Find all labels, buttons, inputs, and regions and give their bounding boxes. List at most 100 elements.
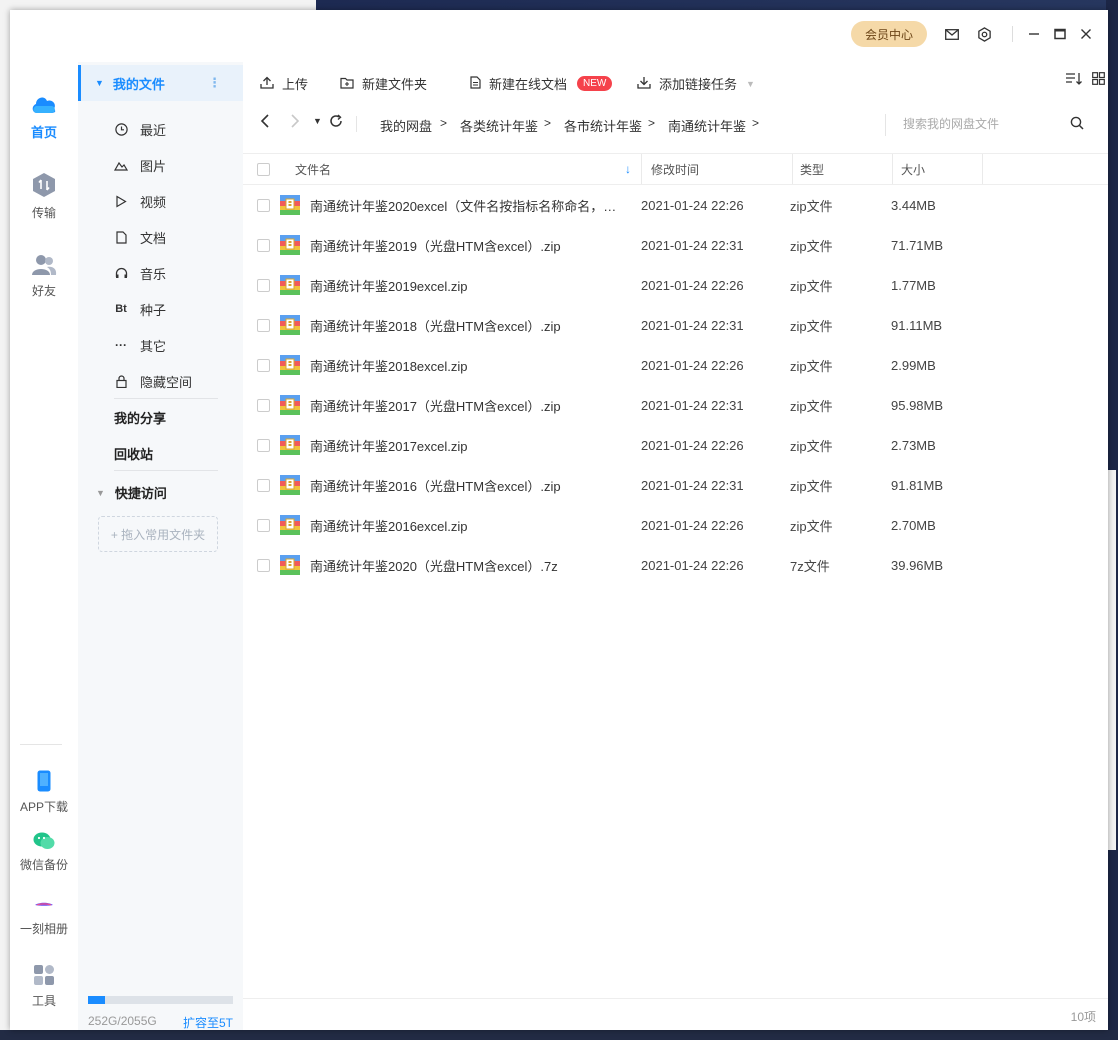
favorite-folder-drop-zone[interactable]: + 拖入常用文件夹 [98, 516, 218, 552]
table-row[interactable]: 南通统计年鉴2018excel.zip 2021-01-24 22:26 zip文件… [243, 345, 1108, 385]
table-row[interactable]: 南通统计年鉴2019（光盘HTM含excel）.zip 2021-01-24 22… [243, 225, 1108, 265]
rail-wechat-backup[interactable]: 微信备份 [10, 832, 78, 873]
table-row[interactable]: 南通统计年鉴2017excel.zip 2021-01-24 22:26 zip文件… [243, 425, 1108, 465]
table-row[interactable]: 南通统计年鉴2018（光盘HTM含excel）.zip 2021-01-24 22… [243, 305, 1108, 345]
file-name[interactable]: 南通统计年鉴2016excel.zip [310, 505, 625, 545]
document-icon [470, 75, 481, 92]
select-all-checkbox[interactable] [257, 154, 270, 184]
file-name[interactable]: 南通统计年鉴2019（光盘HTM含excel）.zip [310, 225, 625, 265]
sidebar-my-files[interactable]: ▼ 我的文件 ⋮ [78, 65, 243, 101]
row-checkbox[interactable] [257, 425, 270, 465]
row-checkbox[interactable] [257, 305, 270, 345]
column-divider [792, 154, 793, 184]
new-online-doc-button[interactable]: 新建在线文档 NEW [470, 74, 613, 93]
search-input[interactable] [903, 114, 1073, 134]
file-modified-time: 2021-01-24 22:26 [641, 557, 744, 573]
column-header-size[interactable]: 大小 [901, 154, 925, 184]
breadcrumb-item[interactable]: 南通统计年鉴 [668, 116, 746, 135]
vip-center-button[interactable]: 会员中心 [851, 21, 927, 47]
breadcrumb-item[interactable]: 我的网盘 [380, 116, 432, 135]
table-row[interactable]: 南通统计年鉴2016（光盘HTM含excel）.zip 2021-01-24 22… [243, 465, 1108, 505]
table-row[interactable]: 南通统计年鉴2020（光盘HTM含excel）.7z 2021-01-24 22:… [243, 545, 1108, 585]
refresh-icon[interactable] [329, 114, 343, 133]
add-link-task-button[interactable]: 添加链接任务 ▼ [637, 74, 755, 93]
row-checkbox[interactable] [257, 225, 270, 265]
minimize-icon[interactable] [1024, 24, 1044, 44]
caret-down-icon[interactable]: ▼ [746, 79, 755, 89]
grid-view-icon[interactable] [1092, 72, 1105, 85]
file-name[interactable]: 南通统计年鉴2020excel（文件名按指标名称命名，另含... [310, 185, 625, 225]
storage-progress-fill [88, 996, 106, 1004]
sidebar-item-images[interactable]: 图片 [114, 147, 166, 183]
column-header-modified[interactable]: 修改时间 [651, 154, 699, 184]
table-row[interactable]: 南通统计年鉴2019excel.zip 2021-01-24 22:26 zip文件… [243, 265, 1108, 305]
table-row[interactable]: 南通统计年鉴2020excel（文件名按指标名称命名，另含... 2021-01-… [243, 185, 1108, 225]
column-header-type[interactable]: 类型 [800, 154, 824, 184]
settings-icon[interactable] [974, 24, 994, 44]
table-row[interactable]: 南通统计年鉴2016excel.zip 2021-01-24 22:26 zip文件… [243, 505, 1108, 545]
sort-icon[interactable] [1065, 72, 1082, 86]
back-icon[interactable] [260, 114, 270, 133]
row-checkbox[interactable] [257, 345, 270, 385]
file-name[interactable]: 南通统计年鉴2020（光盘HTM含excel）.7z [310, 545, 625, 585]
file-name[interactable]: 南通统计年鉴2017（光盘HTM含excel）.zip [310, 385, 625, 425]
rail-home[interactable]: 首页 [10, 92, 78, 141]
sidebar-recycle-bin[interactable]: 回收站 [114, 435, 153, 471]
file-name[interactable]: 南通统计年鉴2017excel.zip [310, 425, 625, 465]
upload-button[interactable]: 上传 [260, 74, 308, 93]
breadcrumb-item[interactable]: 各类统计年鉴 [460, 116, 538, 135]
sidebar-item-label: 最近 [140, 122, 167, 138]
sidebar-item-documents[interactable]: 文档 [114, 219, 166, 255]
rail-app-download[interactable]: APP下载 [10, 770, 78, 815]
row-checkbox[interactable] [257, 265, 270, 305]
sidebar-quick-access[interactable]: ▼ 快捷访问 [96, 483, 167, 502]
breadcrumb-item[interactable]: 各市统计年鉴 [564, 116, 642, 135]
sidebar-item-label: 隐藏空间 [140, 374, 193, 390]
file-size: 95.98MB [891, 397, 944, 413]
search-icon[interactable] [1070, 116, 1084, 133]
sidebar-my-share[interactable]: 我的分享 [114, 399, 166, 435]
file-name[interactable]: 南通统计年鉴2018（光盘HTM含excel）.zip [310, 305, 625, 345]
row-checkbox[interactable] [257, 185, 270, 225]
sidebar-item-video[interactable]: 视频 [114, 183, 166, 219]
sidebar-item-music[interactable]: 音乐 [114, 255, 166, 291]
row-checkbox[interactable] [257, 505, 270, 545]
expand-storage-link[interactable]: 扩容至5T [183, 1014, 233, 1030]
sidebar-item-hidden-space[interactable]: 隐藏空间 [114, 363, 192, 399]
row-checkbox[interactable] [257, 385, 270, 425]
sidebar-divider [114, 470, 218, 471]
rail-album[interactable]: 一刻相册 [10, 896, 78, 937]
table-row[interactable]: 南通统计年鉴2017（光盘HTM含excel）.zip 2021-01-24 22… [243, 385, 1108, 425]
file-type: zip文件 [790, 198, 833, 214]
sort-arrow-icon[interactable]: ↓ [625, 154, 631, 184]
row-checkbox[interactable] [257, 545, 270, 585]
image-icon [114, 158, 128, 172]
lock-icon [114, 374, 128, 388]
rail-friends[interactable]: 好友 [10, 254, 78, 299]
file-name[interactable]: 南通统计年鉴2016（光盘HTM含excel）.zip [310, 465, 625, 505]
rail-tools[interactable]: 工具 [10, 964, 78, 1009]
row-checkbox[interactable] [257, 465, 270, 505]
rail-transfer[interactable]: 传输 [10, 172, 78, 221]
new-folder-button[interactable]: 新建文件夹 [340, 74, 427, 93]
desktop-background-bottom [0, 1030, 1118, 1040]
history-dropdown-icon[interactable]: ▼ [313, 116, 322, 126]
file-name[interactable]: 南通统计年鉴2019excel.zip [310, 265, 625, 305]
sidebar-item-torrents[interactable]: Bt 种子 [114, 291, 166, 327]
background-window-edge [1108, 470, 1116, 850]
forward-icon[interactable] [290, 114, 300, 133]
file-modified-time: 2021-01-24 22:26 [641, 357, 744, 373]
column-header-name[interactable]: 文件名 [295, 154, 331, 184]
main-panel: 上传 新建文件夹 新建在线文档 NEW 添加链接任务 ▼ ▼ 我的网盘 > 各类… [243, 62, 1108, 1030]
sidebar-item-recent[interactable]: 最近 [114, 111, 166, 147]
caret-down-icon: ▼ [95, 78, 104, 88]
title-bar: 会员中心 [10, 10, 1108, 62]
storage-usage-text: 252G/2055G [88, 1014, 157, 1028]
file-name[interactable]: 南通统计年鉴2018excel.zip [310, 345, 625, 385]
column-divider [982, 154, 983, 184]
maximize-icon[interactable] [1050, 24, 1070, 44]
mail-icon[interactable] [942, 24, 962, 44]
sidebar-item-other[interactable]: ··· 其它 [114, 327, 166, 363]
close-icon[interactable] [1076, 24, 1096, 44]
more-vertical-icon[interactable]: ⋮ [208, 75, 221, 91]
